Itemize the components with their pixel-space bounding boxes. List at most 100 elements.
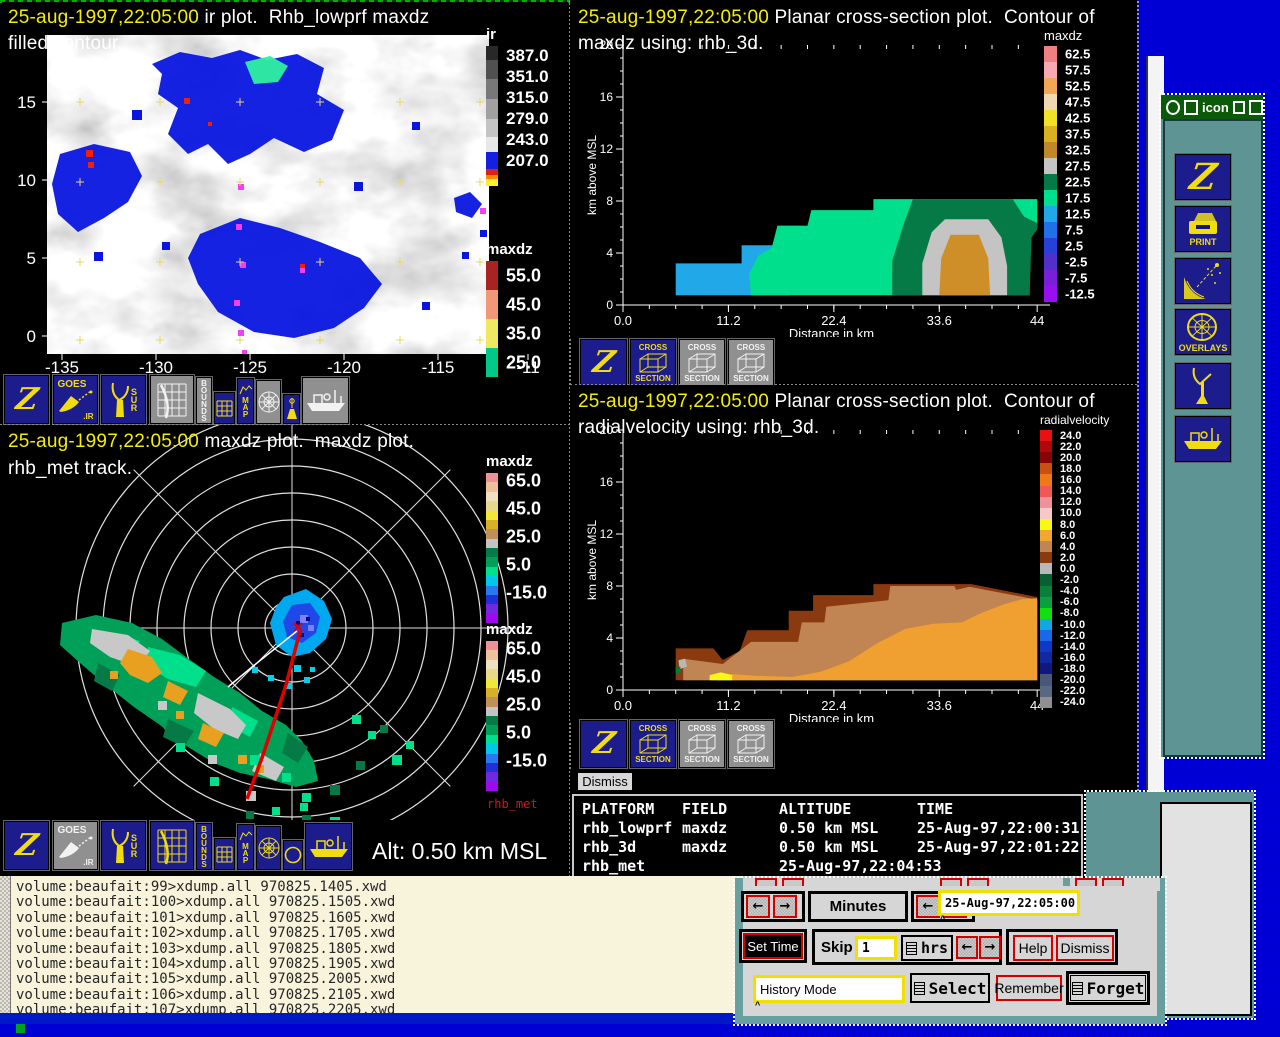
minutes-back-button-2[interactable]: ← (916, 895, 940, 918)
window-doc-icon[interactable] (1184, 99, 1199, 115)
ir-colorbar: ir 387.0 351.0 315.0 279.0 243.0 207.0 (486, 26, 566, 186)
circle-button[interactable] (283, 840, 303, 870)
z-button[interactable]: Z (4, 821, 49, 870)
svg-text:11.2: 11.2 (716, 698, 740, 713)
range-rings-icon (258, 391, 279, 413)
colorbar-label: -12.5 (1065, 286, 1095, 302)
overlays-button[interactable]: OVERLAYS (1175, 309, 1231, 355)
grid2-button[interactable] (214, 392, 235, 424)
colorbar-label: 25.0 (506, 694, 542, 715)
z-button[interactable]: Z (4, 375, 49, 424)
skip-frame: Skip 1 hrs ← → (812, 929, 1002, 965)
bounds-button[interactable]: BOUNDS (196, 823, 212, 870)
minutes-back-button[interactable]: ← (746, 895, 770, 918)
svg-text:-135: -135 (45, 358, 79, 374)
ir-satellite-plot[interactable]: -135 -130 -125 -120 -115 -11151050 (2, 2, 568, 374)
svg-text:8: 8 (606, 194, 613, 208)
menu-icon (1071, 981, 1083, 995)
z-logo-icon: Z (590, 726, 617, 761)
web-button[interactable] (256, 826, 281, 870)
skip-forward-button[interactable]: → (979, 936, 1001, 959)
radar-dish-icon: SUR (110, 381, 137, 419)
set-time-button[interactable]: Set Time (743, 933, 803, 959)
forget-button[interactable]: Forget (1070, 975, 1146, 1001)
antenna-button[interactable] (1175, 363, 1231, 409)
buoy-icon (286, 398, 297, 419)
z-button[interactable]: Z (580, 720, 627, 768)
xsec-button[interactable]: CROSS SECTION (630, 339, 676, 387)
sur-button[interactable]: SUR (101, 375, 146, 424)
xsec-button[interactable]: CROSS SECTION (630, 720, 676, 768)
buoy-button[interactable] (283, 394, 300, 424)
skip-units-button[interactable]: hrs (901, 935, 953, 961)
left-arrow-icon: ← (752, 899, 764, 914)
history-mode-field[interactable]: History Mode (753, 975, 905, 1003)
grid2-button[interactable] (214, 838, 235, 870)
colorbar-label: 243.0 (506, 129, 549, 149)
time-field[interactable]: 25-Aug-97,22:05:00 (938, 890, 1080, 916)
svg-text:44: 44 (1030, 313, 1044, 328)
colorbar-label: 65.0 (506, 638, 542, 658)
svg-text:0: 0 (606, 298, 613, 312)
ship-button[interactable] (302, 377, 349, 424)
maximize-icon[interactable] (1248, 99, 1263, 115)
small-grid-icon (216, 846, 233, 862)
svg-text:-115: -115 (422, 358, 455, 374)
satellite-button[interactable] (1175, 258, 1231, 304)
svg-text:0: 0 (606, 683, 613, 697)
svg-text:33.6: 33.6 (927, 698, 952, 713)
skip-field[interactable]: 1 (855, 936, 897, 960)
xsec-button[interactable]: CROSS SECTION (728, 339, 774, 387)
z-button[interactable]: Z (1175, 154, 1231, 200)
skip-back-button[interactable]: ← (956, 936, 978, 959)
remember-button[interactable]: Remember (994, 975, 1064, 1001)
colorbar-label: 27.5 (1065, 158, 1091, 174)
dismiss-button[interactable]: Dismiss (576, 771, 634, 792)
grid-button[interactable] (150, 821, 194, 870)
map-button[interactable]: MAP (237, 824, 254, 870)
minutes-forward-button[interactable]: → (773, 895, 797, 918)
colorbar-swatches (486, 46, 498, 186)
xsec-button[interactable]: CROSS SECTION (679, 339, 725, 387)
select-button[interactable]: Select (910, 973, 990, 1003)
svg-text:16: 16 (600, 475, 614, 489)
print-button[interactable]: PRINT (1175, 206, 1231, 252)
colorbar-label: 315.0 (506, 87, 549, 107)
cross-section-icon: CROSS SECTION (733, 724, 769, 764)
window-menu-icon[interactable] (1166, 99, 1181, 115)
colorbar-swatches (1040, 430, 1052, 708)
right-arrow-icon: → (779, 899, 791, 914)
z-button[interactable]: Z (580, 339, 627, 387)
map-button[interactable]: MAP (237, 378, 254, 424)
colorbar-label: 47.5 (1065, 94, 1091, 110)
bounds-button[interactable]: BOUNDS (196, 377, 212, 424)
minutes-step-frame: ← → (741, 891, 805, 922)
xsec-button[interactable]: CROSS SECTION (728, 720, 774, 768)
small-grid-icon (216, 400, 233, 416)
colorbar-label: 45.0 (506, 666, 542, 687)
help-button[interactable]: Help (1013, 935, 1053, 961)
radar-colorbar-1: maxdz 65.0 45.0 25.0 5.0 -15.0 (486, 453, 566, 623)
time-control-window: ← → Minutes ← → 25-Aug-97,22:05:00 ^ Set… (733, 876, 1167, 1026)
radar-dish-icon: SUR (110, 827, 137, 865)
xsec-button[interactable]: CROSS SECTION (679, 720, 725, 768)
platform-table: PLATFORM FIELD ALTITUDE TIME rhb_lowprf maxdz… (572, 794, 1083, 878)
radar-maxdz-plot[interactable] (0, 425, 570, 820)
goes-button[interactable]: GOES .IR (53, 375, 98, 424)
ship-button[interactable] (1175, 416, 1231, 462)
ship-button[interactable] (305, 823, 352, 870)
iconify-icon[interactable] (1232, 100, 1245, 114)
colorbar-label: 45.0 (506, 498, 542, 519)
web-button[interactable] (256, 380, 281, 424)
terminal-scrollbar[interactable] (0, 876, 11, 1014)
skip-label: Skip (821, 939, 853, 956)
colorbar-swatches (486, 261, 498, 377)
goes-button[interactable]: GOES .IR (53, 821, 98, 870)
sur-button[interactable]: SUR (101, 821, 146, 870)
xs-maxdz-timestamp: 25-aug-1997,22:05:00 (578, 7, 769, 28)
dismiss-button[interactable]: Dismiss (1056, 935, 1114, 961)
grid-button[interactable] (150, 375, 194, 424)
ship-icon (1184, 428, 1222, 449)
icon-window-titlebar[interactable]: icon (1161, 95, 1263, 119)
svg-text:-120: -120 (327, 358, 361, 374)
